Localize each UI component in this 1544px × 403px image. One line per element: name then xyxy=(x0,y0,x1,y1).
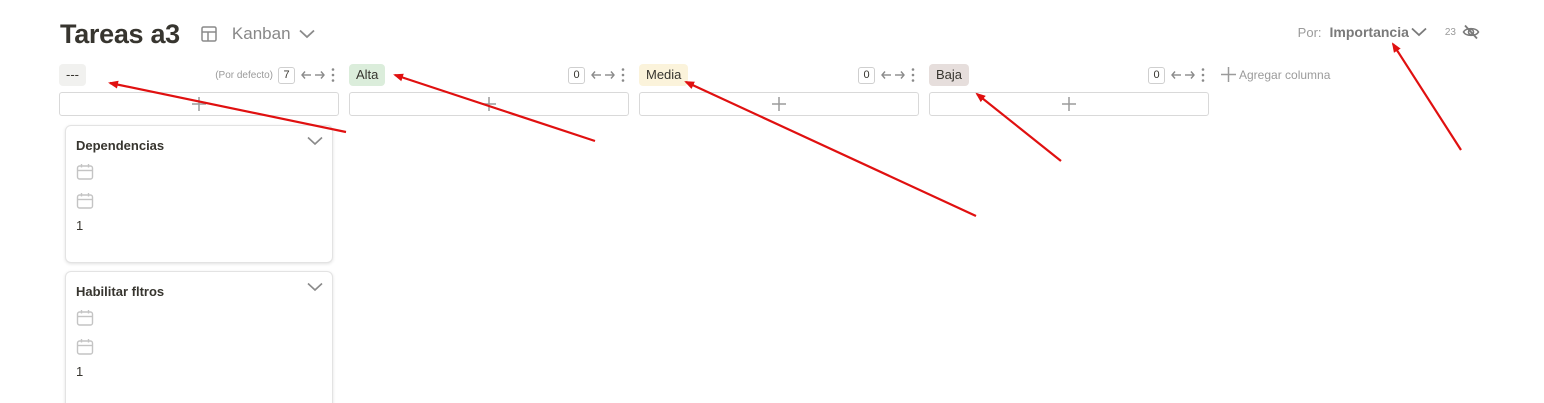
card-number-property: 1 xyxy=(76,218,84,233)
hidden-count: 23 xyxy=(1444,26,1456,38)
chevron-down-icon[interactable] xyxy=(307,282,323,292)
card-number-property: 1 xyxy=(76,364,84,379)
add-column-button[interactable]: Agregar columna xyxy=(1220,66,1330,83)
plus-icon xyxy=(482,97,496,111)
column-tag[interactable]: Alta xyxy=(349,64,386,86)
add-card-button[interactable] xyxy=(929,92,1209,116)
chevron-down-icon[interactable] xyxy=(307,136,323,146)
add-card-button[interactable] xyxy=(59,92,339,116)
chevron-down-icon[interactable] xyxy=(1411,27,1427,37)
more-options-icon[interactable] xyxy=(621,67,625,83)
card-title: Dependencias xyxy=(76,138,165,153)
add-card-button[interactable] xyxy=(349,92,629,116)
group-by-value[interactable]: Importancia xyxy=(1330,24,1409,40)
calendar-icon xyxy=(76,310,94,326)
plus-icon xyxy=(1062,97,1076,111)
calendar-icon xyxy=(76,164,94,180)
page-title: Tareas a3 xyxy=(60,18,180,49)
column-count: 0 xyxy=(858,66,875,84)
column-tag[interactable]: Baja xyxy=(929,64,970,86)
board-layout-icon[interactable] xyxy=(200,25,218,43)
move-column-icon[interactable] xyxy=(301,70,325,80)
column-tag[interactable]: Media xyxy=(639,64,689,86)
board-header: Tareas a3 Kanban xyxy=(60,14,315,54)
more-options-icon[interactable] xyxy=(911,67,915,83)
kanban-card[interactable]: Dependencias 1 xyxy=(65,125,333,263)
kanban-column: --- (Por defecto) 7 xyxy=(59,62,339,116)
card-date-property[interactable] xyxy=(76,191,322,211)
column-tag[interactable]: --- xyxy=(59,64,86,86)
move-column-icon[interactable] xyxy=(881,70,905,80)
eye-off-icon[interactable] xyxy=(1462,24,1480,40)
annotation-arrow xyxy=(1391,42,1462,151)
plus-icon xyxy=(1221,67,1236,82)
column-count: 0 xyxy=(568,66,585,84)
view-selector[interactable]: Kanban xyxy=(232,24,291,44)
card-title: Habilitar fltros xyxy=(76,284,165,299)
more-options-icon[interactable] xyxy=(331,67,335,83)
chevron-down-icon[interactable] xyxy=(298,29,315,39)
column-header: Alta 0 xyxy=(349,62,629,88)
kanban-column: Media 0 xyxy=(639,62,919,116)
default-note: (Por defecto) xyxy=(215,69,273,81)
calendar-icon xyxy=(76,193,94,209)
card-date-property[interactable] xyxy=(76,308,322,328)
column-count: 7 xyxy=(278,66,295,84)
plus-icon xyxy=(772,97,786,111)
kanban-column: Baja 0 xyxy=(929,62,1209,116)
column-header: --- (Por defecto) 7 xyxy=(59,62,339,88)
group-by-control: Por: Importancia 23 xyxy=(1298,22,1480,42)
column-header: Media 0 xyxy=(639,62,919,88)
kanban-card[interactable]: Habilitar fltros 1 xyxy=(65,271,333,403)
kanban-column: Alta 0 xyxy=(349,62,629,116)
calendar-icon xyxy=(76,339,94,355)
move-column-icon[interactable] xyxy=(1171,70,1195,80)
card-date-property[interactable] xyxy=(76,337,322,357)
column-header: Baja 0 xyxy=(929,62,1209,88)
add-column-label: Agregar columna xyxy=(1239,67,1331,82)
group-by-label: Por: xyxy=(1297,24,1322,40)
column-count: 0 xyxy=(1148,66,1165,84)
move-column-icon[interactable] xyxy=(591,70,615,80)
more-options-icon[interactable] xyxy=(1201,67,1205,83)
add-card-button[interactable] xyxy=(639,92,919,116)
card-date-property[interactable] xyxy=(76,162,322,182)
plus-icon xyxy=(192,97,206,111)
